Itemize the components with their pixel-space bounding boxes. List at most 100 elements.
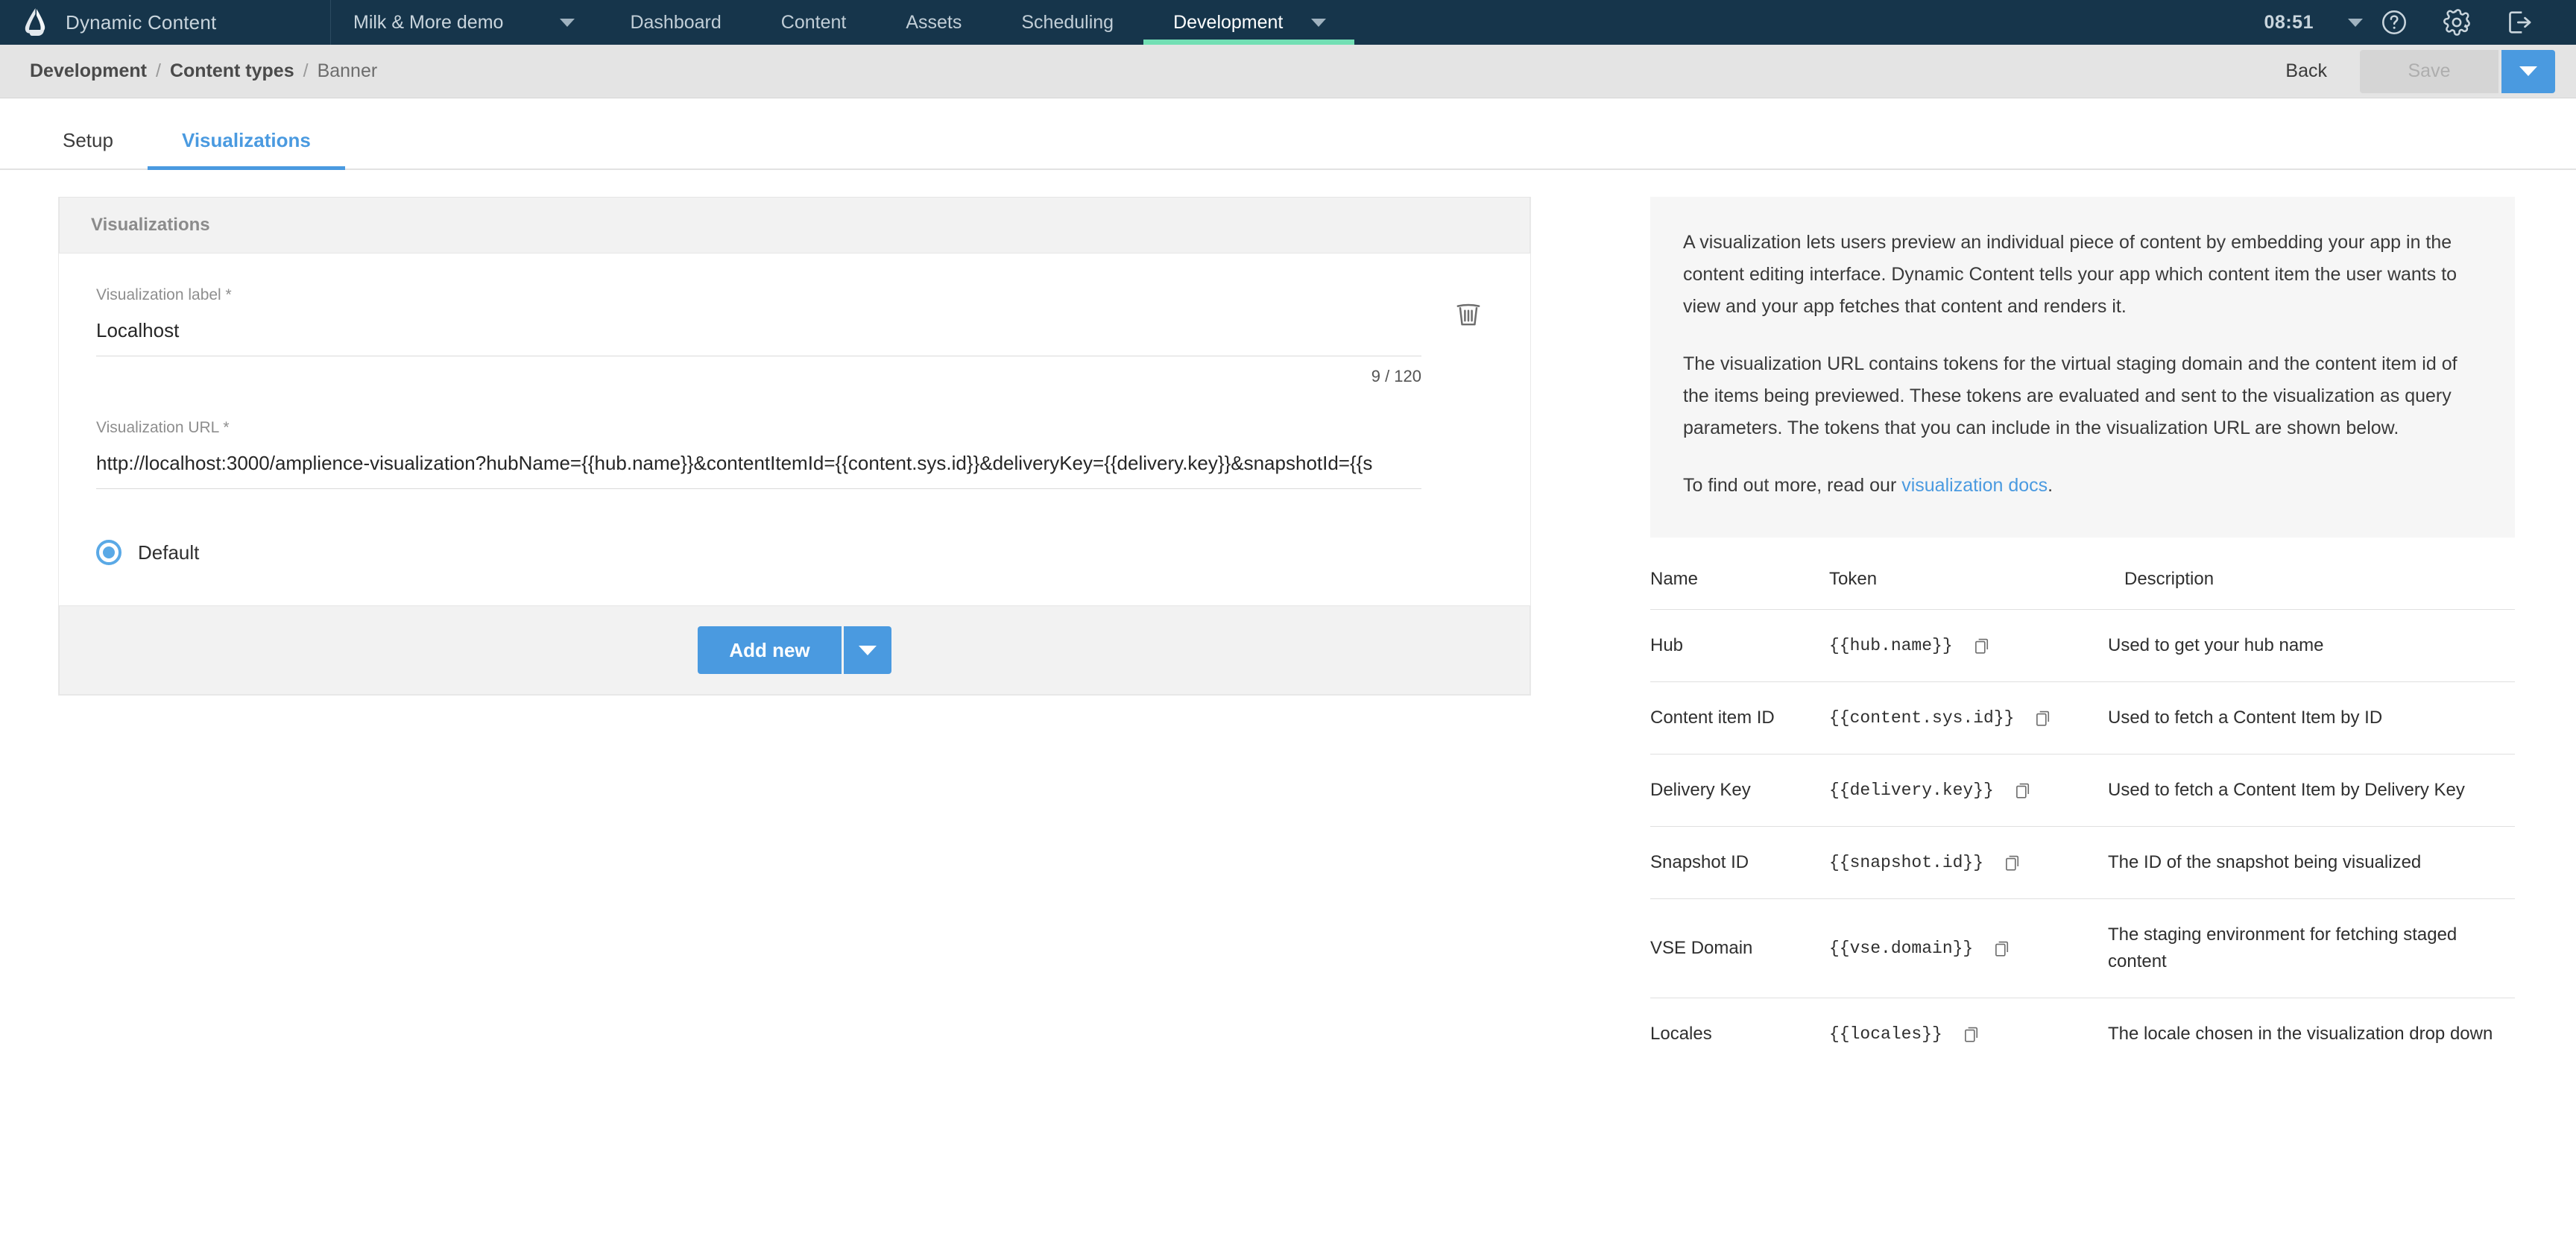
default-radio-button[interactable]: [96, 540, 121, 565]
hub-selector[interactable]: Milk & More demo: [331, 0, 600, 45]
info-paragraph-3-suffix: .: [2048, 475, 2053, 496]
token-row-token-cell: {{vse.domain}}: [1816, 899, 2108, 998]
copy-icon[interactable]: [1962, 1024, 1981, 1044]
token-row-token: {{hub.name}}: [1829, 636, 1953, 655]
chevron-down-icon: [2519, 66, 2537, 76]
token-table-head: Name Token Description: [1650, 569, 2515, 610]
token-row-token-cell: {{snapshot.id}}: [1816, 827, 2108, 899]
table-row: Hub {{hub.name}} Used to g: [1650, 610, 2515, 682]
token-row-description: The ID of the snapshot being visualized: [2108, 827, 2515, 899]
active-tab-indicator: [1143, 40, 1354, 45]
top-navigation-bar: Dynamic Content Milk & More demo Dashboa…: [0, 0, 2576, 45]
breadcrumb-item-development[interactable]: Development: [30, 60, 147, 82]
nav-group-development: Development: [1143, 0, 1354, 45]
token-row-description: Used to fetch a Content Item by ID: [2108, 682, 2515, 754]
main-content: Visualizations Visualization label * 9 /…: [0, 170, 2576, 1070]
copy-icon[interactable]: [1972, 636, 1992, 655]
default-visualization-row[interactable]: Default: [96, 540, 1493, 598]
amplience-logo-icon: [21, 7, 51, 38]
nav-item-scheduling[interactable]: Scheduling: [991, 0, 1143, 45]
nav-item-dashboard[interactable]: Dashboard: [600, 0, 751, 45]
visualization-label-char-counter: 9 / 120: [96, 367, 1421, 386]
tab-visualizations[interactable]: Visualizations: [148, 129, 345, 168]
add-new-button[interactable]: Add new: [698, 626, 841, 674]
breadcrumb-separator: /: [303, 60, 309, 82]
clock-chevron-down-icon[interactable]: [2348, 19, 2363, 27]
nav-development-dropdown-button[interactable]: [1298, 0, 1354, 45]
token-row-name: Delivery Key: [1650, 754, 1816, 827]
top-nav-right-actions: 08:51: [2264, 0, 2576, 45]
breadcrumb-item-content-types[interactable]: Content types: [170, 60, 294, 82]
token-row-token-cell: {{hub.name}}: [1816, 610, 2108, 682]
gear-icon[interactable]: [2425, 0, 2488, 45]
table-row: Delivery Key {{delivery.key}}: [1650, 754, 2515, 827]
token-table-body: Hub {{hub.name}} Used to g: [1650, 610, 2515, 1071]
token-row-description: Used to get your hub name: [2108, 610, 2515, 682]
token-table-col-token: Token: [1816, 569, 2108, 610]
token-row-token: {{vse.domain}}: [1829, 939, 1973, 958]
nav-item-assets[interactable]: Assets: [876, 0, 991, 45]
table-row: Content item ID {{content.sys.id}}: [1650, 682, 2515, 754]
visualizations-card: Visualizations Visualization label * 9 /…: [58, 197, 1531, 696]
token-row-name: VSE Domain: [1650, 899, 1816, 998]
info-paragraph-2: The visualization URL contains tokens fo…: [1683, 348, 2482, 444]
chevron-down-icon: [1311, 19, 1326, 27]
visualizations-column: Visualizations Visualization label * 9 /…: [58, 197, 1531, 1070]
nav-item-content[interactable]: Content: [751, 0, 877, 45]
token-row-description: The locale chosen in the visualization d…: [2108, 998, 2515, 1071]
token-row-token: {{content.sys.id}}: [1829, 708, 2014, 728]
back-button[interactable]: Back: [2285, 60, 2360, 82]
primary-nav: Dashboard Content Assets Scheduling Deve…: [600, 0, 1354, 45]
copy-icon[interactable]: [2013, 781, 2033, 800]
breadcrumb-item-banner: Banner: [318, 60, 378, 82]
copy-icon[interactable]: [2003, 853, 2022, 872]
token-table-col-name: Name: [1650, 569, 1816, 610]
save-dropdown-button[interactable]: [2501, 50, 2555, 93]
nav-item-development[interactable]: Development: [1143, 0, 1298, 45]
chevron-down-icon: [859, 646, 877, 655]
clock-label: 08:51: [2264, 12, 2314, 34]
token-row-description: Used to fetch a Content Item by Delivery…: [2108, 754, 2515, 827]
breadcrumb-bar: Development / Content types / Banner Bac…: [0, 45, 2576, 98]
token-row-token-cell: {{locales}}: [1816, 998, 2108, 1071]
token-row-token-cell: {{content.sys.id}}: [1816, 682, 2108, 754]
visualization-url-caption: Visualization URL *: [96, 419, 1493, 437]
token-row-name: Snapshot ID: [1650, 827, 1816, 899]
token-row-name: Content item ID: [1650, 682, 1816, 754]
info-paragraph-1: A visualization lets users preview an in…: [1683, 227, 2482, 323]
breadcrumb: Development / Content types / Banner: [30, 60, 377, 82]
visualization-docs-link[interactable]: visualization docs: [1901, 475, 2048, 496]
info-paragraph-3-prefix: To find out more, read our: [1683, 475, 1901, 496]
copy-icon[interactable]: [1992, 939, 2012, 958]
visualization-label-input[interactable]: [96, 319, 1421, 356]
save-button[interactable]: Save: [2360, 50, 2498, 93]
visualizations-card-body: Visualization label * 9 / 120 Visualizat…: [59, 253, 1530, 605]
logout-icon[interactable]: [2488, 0, 2551, 45]
token-table-header-row: Name Token Description: [1650, 569, 2515, 610]
visualization-info-panel: A visualization lets users preview an in…: [1650, 197, 2515, 538]
help-circle-icon[interactable]: [2363, 0, 2425, 45]
visualizations-card-title: Visualizations: [59, 197, 1530, 253]
visualization-label-caption: Visualization label *: [96, 286, 1493, 304]
hub-name-label: Milk & More demo: [353, 12, 503, 34]
content-type-tabs: Setup Visualizations: [0, 98, 2576, 170]
help-column: A visualization lets users preview an in…: [1650, 197, 2515, 1070]
copy-icon[interactable]: [2033, 708, 2053, 728]
table-row: Snapshot ID {{snapshot.id}}: [1650, 827, 2515, 899]
token-row-token: {{locales}}: [1829, 1024, 1942, 1044]
table-row: VSE Domain {{vse.domain}}: [1650, 899, 2515, 998]
visualization-url-field: Visualization URL *: [96, 419, 1493, 489]
brand-area: Dynamic Content: [0, 0, 331, 45]
token-reference-table: Name Token Description Hub {{hub.name}}: [1650, 569, 2515, 1070]
info-paragraph-3: To find out more, read our visualization…: [1683, 470, 2482, 502]
visualization-label-field: Visualization label * 9 / 120: [96, 286, 1493, 386]
tab-setup[interactable]: Setup: [28, 129, 148, 168]
token-row-description: The staging environment for fetching sta…: [2108, 899, 2515, 998]
add-new-dropdown-button[interactable]: [844, 626, 891, 674]
brand-title: Dynamic Content: [66, 11, 216, 34]
default-radio-label: Default: [138, 541, 199, 564]
token-table-col-description: Description: [2108, 569, 2515, 610]
breadcrumb-separator: /: [156, 60, 161, 82]
page-actions: Back Save: [2285, 50, 2555, 93]
visualization-url-input[interactable]: [96, 452, 1421, 489]
